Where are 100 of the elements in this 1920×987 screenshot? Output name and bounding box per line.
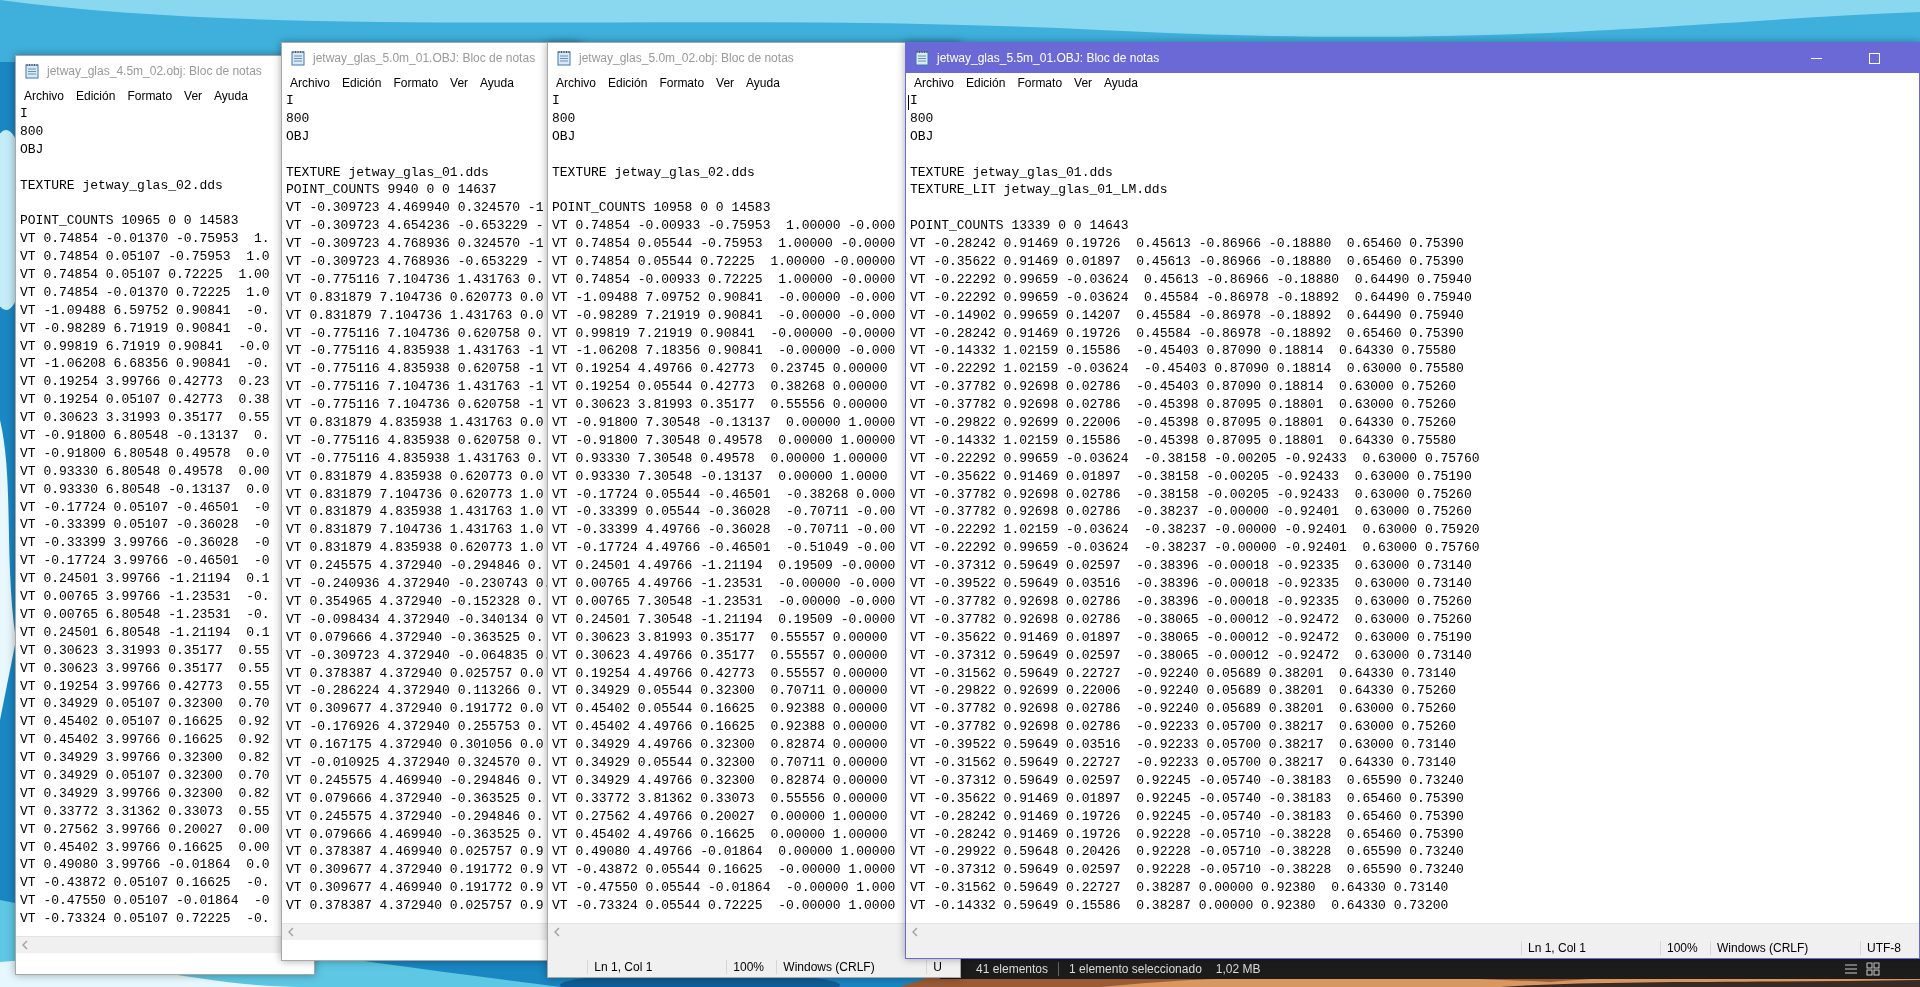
text-line: VT 0.19254 4.49766 0.42773 0.55557 0.00000: [552, 665, 888, 683]
text-line: VT -0.35622 0.91469 0.01897 0.45613 -0.86966 -0.18880 0.65460 0.75390: [910, 254, 1464, 271]
text-line: VT -0.37312 0.59649 0.02597 -0.38065 -0.00012 -0.92472 0.63000 0.73140: [910, 647, 1472, 665]
text-line: VT 0.27562 4.49766 0.20027 0.00000 1.00000: [552, 808, 888, 826]
text-line: VT -0.775116 4.835938 1.431763 -1: [286, 343, 544, 361]
text-line: VT -1.09488 6.59752 0.90841 -0.: [20, 302, 270, 320]
text-line: VT 0.34929 4.49766 0.32300 0.82874 0.00000: [552, 737, 888, 755]
status-text: Windows (CRLF): [776, 960, 927, 974]
menu-item[interactable]: Ayuda: [740, 73, 786, 92]
status-text: 1,02 MB: [1215, 962, 1261, 976]
text-line: VT -0.17724 0.05107 -0.46501 -0: [20, 499, 270, 517]
menu-item[interactable]: Edición: [70, 86, 122, 105]
text-line: VT 0.24501 4.49766 -1.21194 0.19509 -0.0000: [552, 558, 896, 576]
text-line: VT -0.35622 0.91469 0.01897 -0.38158 -0.00205 -0.92433 0.63000 0.75190: [910, 468, 1472, 486]
text-line: VT -1.06208 7.18356 0.90841 -0.00000 -0.000: [552, 343, 896, 361]
text-line: VT -1.06208 6.68356 0.90841 -0.: [20, 356, 270, 374]
text-line: VT -0.775116 4.835938 0.620758 0.: [286, 432, 544, 450]
text-line: VT 0.45402 3.99766 0.16625 0.00: [20, 839, 270, 857]
menu-item[interactable]: Formato: [653, 73, 711, 92]
notepad-icon: [290, 50, 306, 66]
text-line: VT 0.49080 3.99766 -0.01864 0.0: [20, 857, 270, 875]
notepad-icon: [914, 50, 930, 66]
horizontal-scrollbar[interactable]: [282, 923, 547, 940]
text-line: VT -0.73324 0.05107 0.72225 -0.: [20, 911, 270, 929]
text-line: VT 0.30623 3.31993 0.35177 0.55: [20, 410, 270, 428]
text-line: OBJ: [552, 128, 576, 146]
text-line: VT -0.22292 0.99659 -0.03624 0.45613 -0.86966 -0.18880 0.64490 0.75940: [910, 271, 1472, 289]
text-line: VT 0.19254 0.05107 0.42773 0.38: [20, 392, 270, 410]
window-title: jetway_glas_5.0m_01.OBJ: Bloc de notas: [313, 51, 536, 65]
menu-item[interactable]: Edición: [602, 73, 654, 92]
text-line: VT -0.17724 3.99766 -0.46501 -0: [20, 553, 270, 571]
text-line: VT -0.37782 0.92698 0.02786 -0.45403 0.87090 0.18814 0.63000 0.75260: [910, 379, 1457, 397]
text-line: VT 0.99819 6.71919 0.90841 -0.0: [20, 338, 270, 356]
text-line: VT -0.22292 0.99659 -0.03624 0.45584 -0.86978 -0.18892 0.64490 0.75940: [910, 289, 1472, 307]
menu-item[interactable]: Edición: [336, 73, 388, 92]
menu-item[interactable]: Ayuda: [1098, 73, 1144, 92]
text-line: VT 0.34929 0.05107 0.32300 0.70: [20, 696, 270, 714]
menu-item[interactable]: Ver: [444, 73, 475, 92]
menu-item[interactable]: Edición: [960, 73, 1012, 92]
text-line: POINT_COUNTS 10965 0 0 14583: [20, 213, 239, 231]
text-line: VT -0.37312 0.59649 0.02597 -0.38396 -0.00018 -0.92335 0.63000 0.73140: [910, 558, 1472, 576]
text-line: VT 0.831879 7.104736 1.431763 1.0: [286, 522, 544, 540]
text-line: VT 0.354965 4.372940 -0.152328 0.: [286, 593, 544, 611]
window-title: jetway_glas_5.5m_01.OBJ: Bloc de notas: [937, 51, 1160, 65]
menu-item[interactable]: Archivo: [18, 86, 70, 105]
text-line: VT 0.74854 0.05107 -0.75953 1.0: [20, 249, 270, 267]
menu-item[interactable]: Ver: [1068, 73, 1099, 92]
menu-item[interactable]: Archivo: [284, 73, 336, 92]
text-line: VT -0.33399 4.49766 -0.36028 -0.70711 -0.00: [552, 522, 896, 540]
text-line: VT 0.30623 3.81993 0.35177 0.55557 0.00000: [552, 629, 888, 647]
menu-item[interactable]: Ver: [178, 86, 209, 105]
text-line: VT -0.29922 0.59648 0.20426 0.92228 -0.05710 -0.38228 0.65590 0.73240: [910, 844, 1464, 862]
text-line: VT -0.37782 0.92698 0.02786 -0.38158 -0.00205 -0.92433 0.63000 0.75260: [910, 486, 1472, 504]
menu-item[interactable]: Ayuda: [474, 73, 520, 92]
text-line: VT 0.167175 4.372940 0.301056 0.0: [286, 737, 544, 755]
text-line: VT -0.098434 4.372940 -0.340134 0: [286, 611, 544, 629]
text-line: VT 0.378387 4.372940 0.025757 0.0: [286, 665, 544, 683]
text-line: VT 0.49080 4.49766 -0.01864 0.00000 1.00000: [552, 844, 896, 862]
text-line: VT -0.91800 7.30548 0.49578 0.00000 1.00000: [552, 432, 896, 450]
text-line: VT 0.74854 -0.01370 0.72225 1.0: [20, 284, 270, 302]
text-line: VT 0.45402 0.05107 0.16625 0.92: [20, 714, 270, 732]
text-line: VT 0.309677 4.372940 0.191772 0.9: [286, 862, 544, 880]
menu-item[interactable]: Archivo: [908, 73, 960, 92]
text-line: VT -0.22292 1.02159 -0.03624 -0.38237 -0.00000 -0.92401 0.63000 0.75920: [910, 522, 1480, 540]
text-line: TEXTURE_LIT jetway_glas_01_LM.dds: [910, 182, 1168, 200]
text-line: VT 0.74854 0.05544 -0.75953 1.00000 -0.0000: [552, 236, 896, 254]
menu-item[interactable]: Archivo: [550, 73, 602, 92]
text-line: VT 0.74854 0.05544 0.72225 1.00000 -0.00000: [552, 254, 896, 271]
text-line: VT -0.47550 0.05544 -0.01864 -0.00000 1.000: [552, 880, 896, 898]
text-line: VT -0.22292 0.99659 -0.03624 -0.38158 -0.00205 -0.92433 0.63000 0.75760: [910, 450, 1480, 468]
text-line: VT -0.91800 6.80548 0.49578 0.0: [20, 445, 270, 463]
status-text: Ln 1, Col 1: [1521, 941, 1660, 955]
text-line: VT -0.98289 6.71919 0.90841 -0.: [20, 320, 270, 338]
text-line: 800: [910, 110, 934, 128]
text-line: VT -0.17724 0.05544 -0.46501 -0.38268 0.000: [552, 486, 896, 504]
text-line: VT 0.34929 0.05544 0.32300 0.70711 0.00000: [552, 754, 888, 772]
text-line: VT 0.24501 6.80548 -1.21194 0.1: [20, 624, 270, 642]
menu-item[interactable]: Ver: [710, 73, 741, 92]
menu-item[interactable]: Formato: [1011, 73, 1069, 92]
text-line: VT -0.22292 1.02159 -0.03624 -0.45403 0.87090 0.18814 0.63000 0.75580: [910, 361, 1464, 379]
menu-item[interactable]: Formato: [121, 86, 179, 105]
text-line: VT -0.14332 1.02159 0.15586 -0.45403 0.87090 0.18814 0.64330 0.75580: [910, 343, 1457, 361]
menu-item[interactable]: Ayuda: [208, 86, 254, 105]
menu-item[interactable]: Formato: [387, 73, 445, 92]
text-line: VT 0.831879 7.104736 0.620773 0.0: [286, 289, 544, 307]
maximize-icon: [1868, 52, 1880, 64]
text-line: VT 0.34929 3.99766 0.32300 0.82: [20, 750, 270, 768]
text-line: VT 0.309677 4.469940 0.191772 0.9: [286, 880, 544, 898]
text-line: VT 0.74854 -0.00933 0.72225 1.00000 -0.0000: [552, 271, 896, 289]
text-line: VT 0.309677 4.372940 0.191772 0.0: [286, 701, 544, 719]
text-line: VT 0.831879 7.104736 1.431763 0.0: [286, 307, 544, 325]
text-line: VT -0.31562 0.59649 0.22727 -0.92233 0.05700 0.38217 0.64330 0.73140: [910, 754, 1457, 772]
details-view-icon[interactable]: [1844, 962, 1858, 976]
text-line: VT -0.37782 0.92698 0.02786 -0.45398 0.87095 0.18801 0.63000 0.75260: [910, 397, 1457, 415]
horizontal-scrollbar[interactable]: [906, 923, 1919, 940]
text-line: VT 0.74854 0.05107 0.72225 1.00: [20, 267, 270, 284]
horizontal-scrollbar[interactable]: [548, 923, 905, 940]
text-line: VT -0.37782 0.92698 0.02786 -0.92240 0.05689 0.38201 0.63000 0.75260: [910, 701, 1457, 719]
tiles-view-icon[interactable]: [1866, 962, 1880, 976]
horizontal-scrollbar[interactable]: [16, 936, 281, 953]
